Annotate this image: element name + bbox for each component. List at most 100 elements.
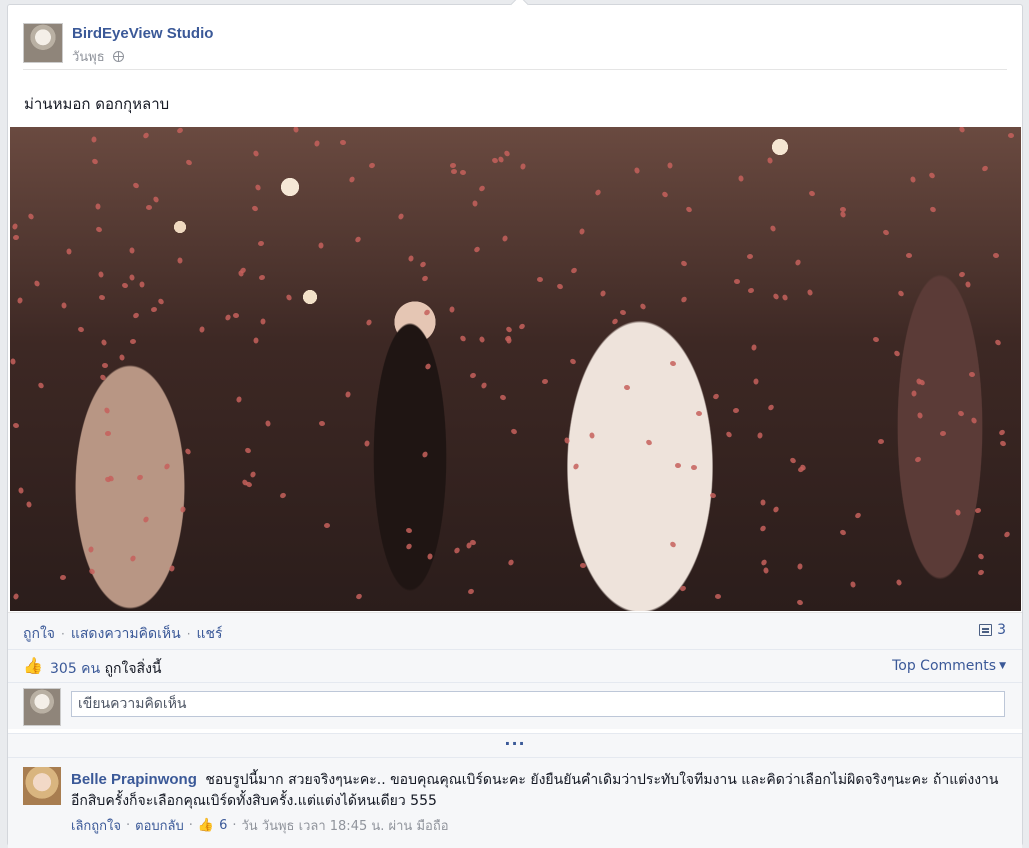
rose-petal: [77, 326, 85, 333]
comment-count-link[interactable]: 3: [979, 622, 1006, 638]
comment-timestamp: วัน วันพุธ เวลา 18:45 น. ผ่าน มือถือ: [241, 819, 449, 834]
rose-petal: [994, 338, 1002, 347]
rose-petal: [954, 508, 962, 517]
unlike-link[interactable]: เลิกถูกใจ: [71, 815, 121, 836]
share-link[interactable]: แชร์: [197, 623, 223, 645]
comment-input[interactable]: [71, 691, 1005, 717]
rose-petal: [407, 254, 415, 263]
rose-petal: [747, 287, 755, 294]
rose-petal: [355, 592, 363, 601]
post-card: BirdEyeView Studio วันพุธ ม่านหมอก ดอกกุ…: [7, 0, 1023, 848]
more-comments-ellipsis[interactable]: ···: [504, 734, 525, 753]
rose-petal: [98, 294, 106, 301]
action-links: ถูกใจ · แสดงความคิดเห็น · แชร์: [23, 623, 223, 645]
likes-row: 👍 305 คน ถูกใจสิ่งนี้ Top Comments ▼: [8, 649, 1022, 683]
rose-petal: [419, 260, 427, 269]
rose-petal: [715, 594, 721, 599]
rose-petal: [257, 240, 265, 247]
rose-petal: [611, 317, 619, 326]
rose-petal: [499, 394, 507, 401]
rose-petal: [184, 447, 192, 456]
rose-petal: [760, 558, 768, 567]
rose-petal: [95, 225, 103, 234]
rose-petal: [957, 409, 965, 418]
rose-petal: [405, 542, 413, 551]
rose-petal: [252, 149, 260, 158]
post-time-link[interactable]: วันพุธ: [72, 46, 105, 67]
page-avatar[interactable]: [23, 23, 63, 63]
rose-petal: [839, 528, 847, 537]
thumbs-up-icon: 👍: [197, 818, 215, 833]
rose-petal: [732, 407, 740, 414]
rose-petal: [690, 464, 698, 471]
rose-petal: [998, 428, 1006, 437]
rose-petal: [279, 491, 287, 500]
rose-petal: [977, 552, 985, 561]
rose-petal: [459, 334, 467, 343]
comment-like-count[interactable]: 6: [219, 818, 227, 833]
rose-petal: [405, 527, 413, 534]
page-name-link[interactable]: BirdEyeView Studio: [72, 25, 213, 42]
rose-petal: [594, 188, 602, 197]
rose-petal: [505, 325, 513, 334]
rose-petal: [725, 430, 733, 439]
rose-petal: [680, 259, 688, 268]
rose-petal: [503, 149, 511, 158]
like-link[interactable]: ถูกใจ: [23, 623, 55, 645]
rose-petal: [16, 296, 24, 305]
comment-author-link[interactable]: Belle Prapinwong: [71, 771, 197, 788]
rose-petal: [101, 362, 109, 369]
rose-petal: [685, 205, 693, 214]
rose-petal: [970, 416, 978, 425]
rose-petal: [104, 430, 112, 437]
likes-count-link[interactable]: 305 คน: [50, 661, 100, 677]
rose-petal: [797, 465, 805, 474]
rose-petal: [958, 271, 966, 278]
reply-link[interactable]: ตอบกลับ: [135, 815, 184, 836]
rose-petal: [578, 227, 586, 236]
rose-petal: [318, 420, 326, 427]
rose-petal: [12, 234, 20, 241]
rose-petal: [235, 395, 243, 404]
comment-meta: เลิกถูกใจ · ตอบกลับ · 👍 6 · วัน วันพุธ เ…: [71, 815, 449, 836]
rose-petal: [224, 313, 232, 322]
rose-petal: [232, 312, 240, 319]
comment-link[interactable]: แสดงความคิดเห็น: [71, 623, 181, 645]
rose-petal: [709, 492, 717, 499]
rose-petal: [763, 567, 769, 574]
top-comments-dropdown[interactable]: Top Comments ▼: [892, 658, 1006, 674]
rose-petal: [497, 155, 505, 164]
comment-text: ชอบรูปนี้มาก สวยจริงๆนะคะ.. ขอบคุณคุณเบิ…: [71, 772, 999, 809]
rose-petal: [767, 403, 775, 412]
rose-petal: [323, 522, 331, 529]
rose-petal: [348, 175, 356, 184]
rose-petal: [968, 371, 976, 378]
viewer-avatar: [23, 688, 61, 726]
rose-petal: [872, 336, 880, 343]
rose-petal: [129, 554, 137, 563]
rose-petal: [759, 524, 767, 533]
commenter-avatar[interactable]: [23, 767, 61, 805]
rose-petal: [507, 558, 515, 567]
globe-icon: [112, 51, 124, 62]
rose-petal: [91, 157, 99, 166]
rose-petal: [177, 257, 183, 264]
rose-petal: [421, 450, 429, 459]
rose-petal: [264, 420, 272, 427]
rose-petal: [253, 337, 259, 344]
comment-body: Belle Prapinwong ชอบรูปนี้มาก สวยจริงๆนะ…: [71, 769, 1001, 812]
rose-petal: [738, 175, 744, 182]
rose-petal: [59, 574, 67, 581]
rose-petal: [150, 306, 158, 313]
rose-petal: [450, 168, 458, 175]
rose-petal: [99, 373, 107, 382]
rose-petal: [760, 499, 766, 506]
rose-petal: [449, 162, 457, 169]
rose-petal: [10, 358, 16, 365]
rose-petal: [854, 511, 862, 520]
post-photo[interactable]: [10, 127, 1021, 611]
rose-petal: [478, 184, 486, 193]
rose-petal: [794, 258, 802, 267]
rose-petal: [87, 545, 95, 554]
rose-petal: [781, 293, 789, 302]
